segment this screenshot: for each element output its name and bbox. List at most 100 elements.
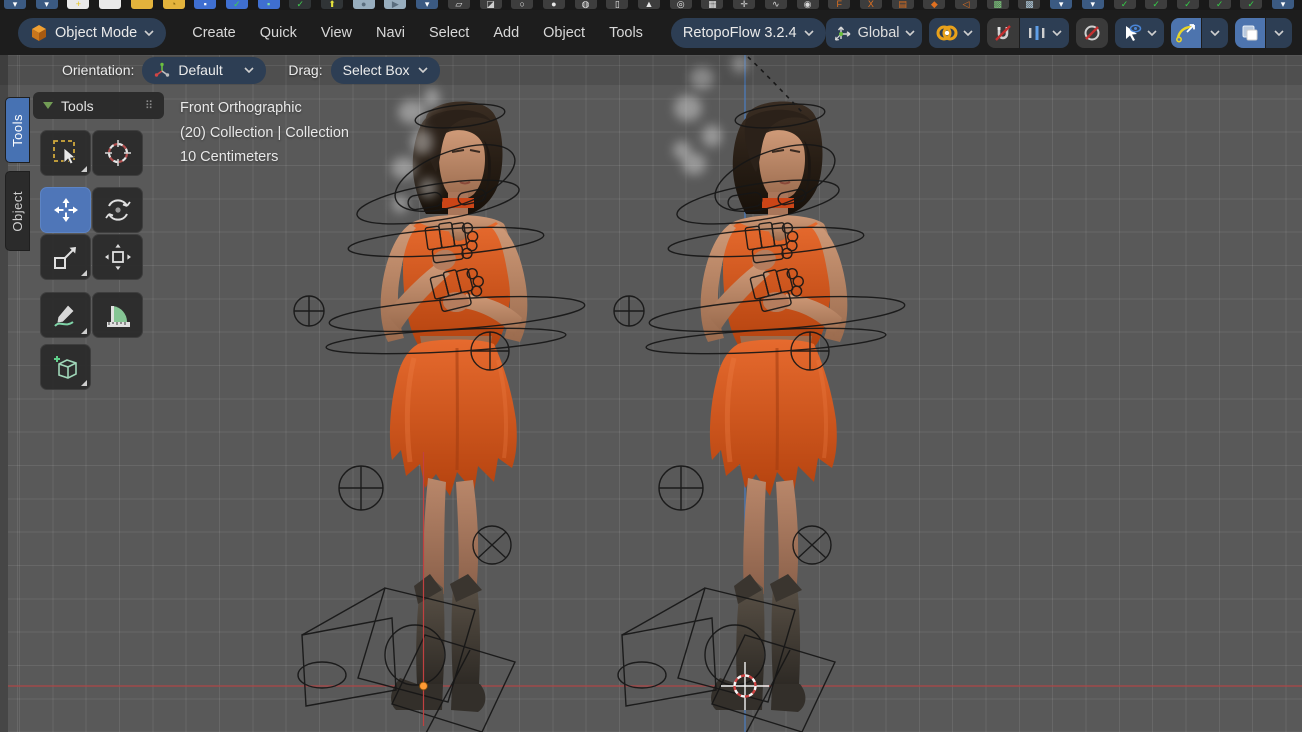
monkey-icon[interactable]: ◉ xyxy=(796,0,819,9)
overlays-dropdown[interactable] xyxy=(1265,17,1292,48)
drag-value: Select Box xyxy=(342,62,410,78)
tool-scale-button[interactable] xyxy=(40,234,91,280)
folder-open-icon[interactable] xyxy=(130,0,153,9)
object-origin-dot[interactable] xyxy=(419,681,428,691)
tools-panel-title: Tools xyxy=(61,97,94,114)
chevron-down-icon xyxy=(1273,29,1284,36)
speaker-icon[interactable]: ◁ xyxy=(955,0,977,9)
check-5-icon[interactable]: ✓ xyxy=(1240,0,1263,9)
save-copy-icon[interactable]: ▪ xyxy=(257,0,280,9)
sidebar-tab-tools[interactable]: Tools xyxy=(5,97,30,163)
orientation-default-dropdown[interactable]: Default xyxy=(142,56,267,84)
cursor-tool-icon xyxy=(104,140,131,166)
mesh-ico-sphere-icon[interactable]: ◍ xyxy=(574,0,597,9)
grip-handle-icon[interactable]: ⠿ xyxy=(145,99,154,112)
check-1-icon[interactable]: ✓ xyxy=(1113,0,1136,9)
retopoflow-button[interactable]: RetopoFlow 3.2.4 xyxy=(670,17,826,48)
tool-cursor-button[interactable] xyxy=(92,130,143,176)
tool-rotate-button[interactable] xyxy=(92,187,143,233)
mesh-grid-icon[interactable]: ▦ xyxy=(701,0,724,9)
menu-quick[interactable]: Quick xyxy=(248,19,309,47)
chevron-down-icon xyxy=(244,67,254,73)
dropdown-icon[interactable]: ▾ xyxy=(416,0,439,9)
menu-tools[interactable]: Tools xyxy=(597,19,655,47)
tool-measure-button[interactable] xyxy=(92,292,143,338)
viewport-header: Object Mode Create Quick View Navi Selec… xyxy=(0,10,1302,55)
camera-icon[interactable]: ◆ xyxy=(923,0,946,9)
image-icon[interactable]: ▩ xyxy=(986,0,1009,9)
chevron-down-icon xyxy=(904,29,915,36)
snapping-toggle-button[interactable] xyxy=(986,17,1019,48)
check-3-icon[interactable]: ✓ xyxy=(1176,0,1199,9)
mode-selector-button[interactable]: Object Mode xyxy=(18,17,167,48)
file-blank-icon[interactable] xyxy=(99,0,122,9)
tool-select-box-button[interactable] xyxy=(40,130,91,176)
tools-panel-header[interactable]: Tools ⠿ xyxy=(33,92,164,119)
collapse-triangle-icon[interactable] xyxy=(43,102,53,109)
menu-create[interactable]: Create xyxy=(180,19,248,47)
pivot-point-dropdown[interactable] xyxy=(928,17,980,48)
font-x-icon[interactable]: X xyxy=(859,0,882,9)
pivot-icon xyxy=(936,25,957,40)
export-icon[interactable]: ⬆ xyxy=(321,0,343,9)
mesh-torus-icon[interactable]: ◎ xyxy=(669,0,692,9)
import-icon[interactable]: ✓ xyxy=(289,0,312,9)
mesh-cylinder-icon[interactable]: ▯ xyxy=(606,0,629,9)
tool-add-cube-button[interactable] xyxy=(40,344,91,390)
dropdown-icon[interactable]: ▾ xyxy=(4,0,26,9)
orientation-label: Global xyxy=(857,24,900,41)
file-new-icon[interactable]: + xyxy=(67,0,90,9)
tool-annotate-button[interactable] xyxy=(40,292,91,338)
header-right-cluster: Global xyxy=(825,17,1302,48)
gizmos-toggle-button[interactable] xyxy=(1170,17,1201,48)
render-image-icon[interactable]: ● xyxy=(352,0,375,9)
empty-axes-icon[interactable]: ✛ xyxy=(733,0,756,9)
object-visibility-dropdown[interactable] xyxy=(1114,17,1164,48)
gizmos-dropdown[interactable] xyxy=(1201,17,1228,48)
chevron-down-icon xyxy=(1209,29,1220,36)
character-model-left[interactable] xyxy=(381,102,528,712)
scale-text: 10 Centimeters xyxy=(180,149,279,165)
overlays-group xyxy=(1234,17,1292,48)
mesh-uv-sphere-icon[interactable]: ● xyxy=(542,0,565,9)
dropdown-icon[interactable]: ▾ xyxy=(1081,0,1104,9)
menu-navi[interactable]: Navi xyxy=(364,19,417,47)
menu-object[interactable]: Object xyxy=(531,19,597,47)
font-f-icon[interactable]: F xyxy=(828,0,851,9)
mesh-plane-icon[interactable]: ▱ xyxy=(447,0,470,9)
collection-icon[interactable]: ▤ xyxy=(891,0,914,9)
menu-add[interactable]: Add xyxy=(481,19,531,47)
tool-transform-button[interactable] xyxy=(92,234,143,280)
render-animation-icon[interactable]: ▶ xyxy=(384,0,407,9)
transform-orientation-dropdown[interactable]: Global xyxy=(825,17,922,48)
check-4-icon[interactable]: ✓ xyxy=(1208,0,1231,9)
folder-recent-icon[interactable]: ◔ xyxy=(162,0,185,9)
snap-increment-icon xyxy=(1028,25,1044,40)
proportional-editing-button[interactable] xyxy=(1075,17,1108,48)
mesh-cone-icon[interactable]: ▲ xyxy=(638,0,660,9)
mesh-cube-icon[interactable]: ◪ xyxy=(479,0,502,9)
background-icon[interactable]: ▩ xyxy=(1018,0,1041,9)
save-icon[interactable]: ▪ xyxy=(194,0,217,9)
overlays-toggle-button[interactable] xyxy=(1234,17,1265,48)
snap-target-dropdown[interactable] xyxy=(1019,17,1069,48)
sidebar-tab-object[interactable]: Object xyxy=(5,171,30,251)
overlays-icon xyxy=(1242,25,1257,40)
dropdown-icon[interactable]: ▾ xyxy=(1050,0,1073,9)
drag-mode-dropdown[interactable]: Select Box xyxy=(330,56,440,84)
character-model-right[interactable] xyxy=(701,102,848,712)
axis-gnomon-icon xyxy=(155,62,170,77)
snapping-group xyxy=(986,17,1069,48)
dropdown-icon[interactable]: ▾ xyxy=(35,0,58,9)
menu-select[interactable]: Select xyxy=(417,19,481,47)
curve-icon[interactable]: ∿ xyxy=(764,0,787,9)
menu-view[interactable]: View xyxy=(309,19,364,47)
check-2-icon[interactable]: ✓ xyxy=(1145,0,1168,9)
tool-move-button[interactable] xyxy=(40,187,91,233)
menu-bar: Create Quick View Navi Select Add Object… xyxy=(180,19,655,47)
mesh-circle-icon[interactable]: ○ xyxy=(511,0,534,9)
viewport-overlay-text: Front Orthographic (20) Collection | Col… xyxy=(180,96,349,170)
cube-icon xyxy=(32,24,46,41)
save-incremental-icon[interactable]: ✓ xyxy=(225,0,248,9)
dropdown-icon[interactable]: ▾ xyxy=(1272,0,1294,9)
